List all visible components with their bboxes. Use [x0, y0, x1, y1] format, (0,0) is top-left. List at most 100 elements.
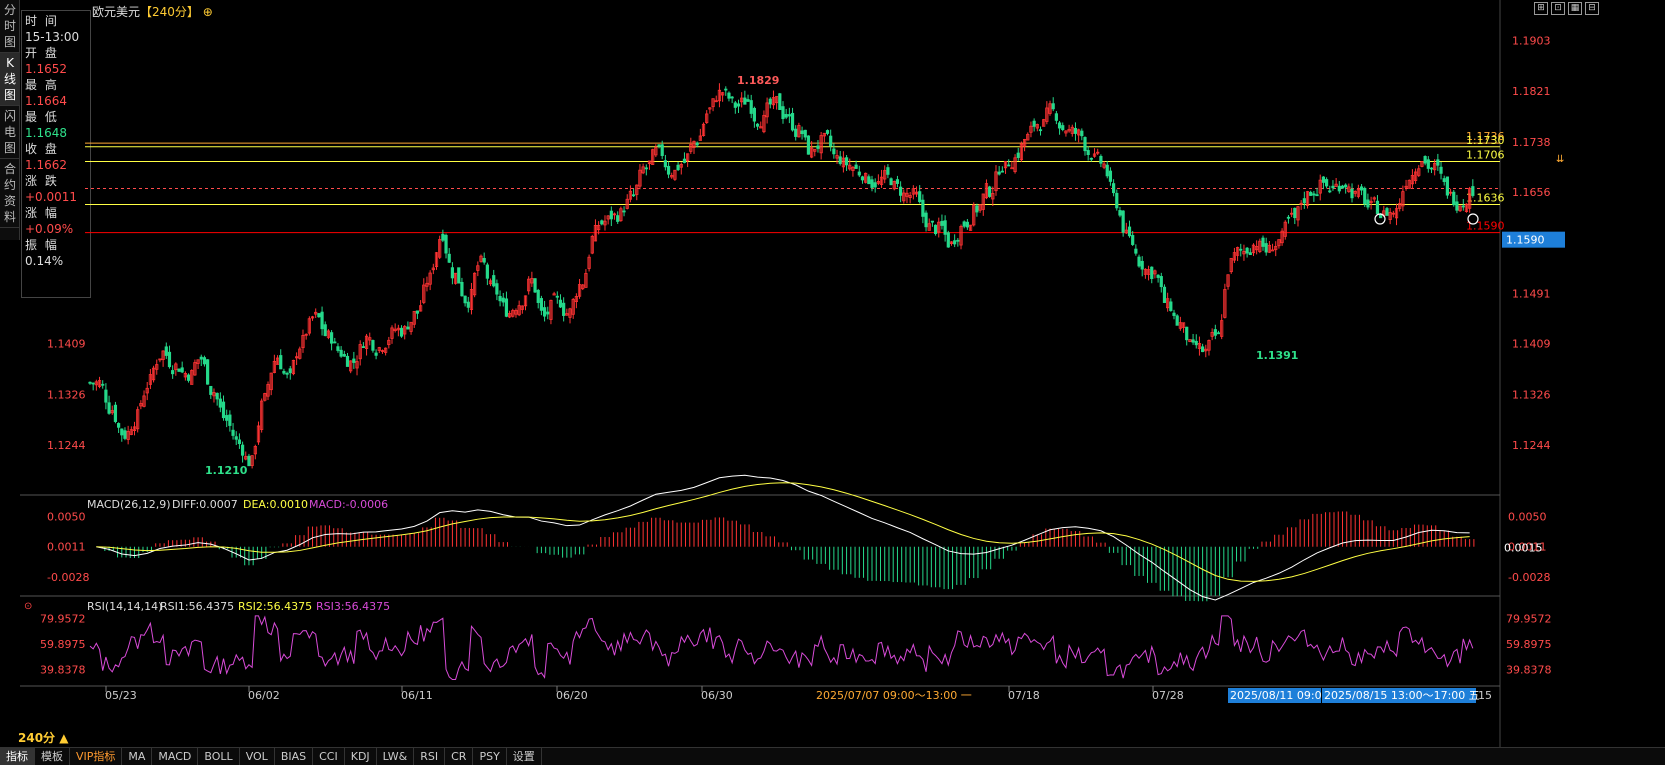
- price-tick-label: 1.1409: [1512, 338, 1551, 351]
- candle-body: [733, 102, 737, 108]
- candle-body: [1172, 312, 1176, 316]
- candle-body: [167, 351, 172, 368]
- candle-body: [361, 346, 365, 348]
- arrow-down-icon[interactable]: ⇊: [1556, 154, 1564, 165]
- price-axis: 1.1903 1.1821 1.1738 1.1656 1.1491 1.1409 1.13…: [47, 35, 1565, 452]
- candle-body: [1312, 193, 1316, 196]
- settings-dot-icon[interactable]: ⊙: [24, 601, 32, 612]
- candle-body: [546, 311, 550, 315]
- candle-body: [1455, 201, 1459, 211]
- indicator-tab-6[interactable]: VOL: [240, 748, 275, 765]
- candle-body: [663, 160, 667, 168]
- indicator-tab-7[interactable]: BIAS: [275, 748, 314, 765]
- candle-body: [288, 368, 292, 374]
- indicator-tab-11[interactable]: RSI: [414, 748, 446, 765]
- candle-body: [371, 340, 375, 351]
- indicator-tab-14[interactable]: 设置: [507, 748, 542, 765]
- chart-canvas[interactable]: 1.17361.17301.17061.16361.1590 1.19031.1…: [0, 0, 1665, 747]
- candle-body: [1216, 332, 1221, 335]
- rsi-left-tick-label: 59.8975: [40, 638, 86, 651]
- candle-body: [199, 356, 203, 360]
- candle-body: [104, 389, 108, 403]
- indicator-tab-0[interactable]: 指标: [0, 748, 35, 765]
- candle-body: [495, 283, 499, 295]
- indicator-tab-5[interactable]: BOLL: [198, 748, 240, 765]
- candle-body: [1061, 125, 1065, 130]
- rsi-line: [89, 615, 1474, 680]
- period-selector[interactable]: 240分 ▲: [18, 729, 68, 746]
- candle-body: [1452, 191, 1456, 206]
- candle-body: [1337, 185, 1341, 192]
- candle-body: [965, 221, 969, 228]
- candle-body: [1156, 274, 1160, 278]
- candle-body: [844, 157, 849, 166]
- candle-body: [279, 355, 283, 370]
- current-price-text: 1.1590: [1506, 234, 1545, 247]
- indicator-tab-13[interactable]: PSY: [473, 748, 507, 765]
- candle-body: [899, 186, 903, 196]
- candle-body: [1331, 185, 1335, 189]
- candle-body: [202, 357, 207, 365]
- candle-body: [1038, 129, 1043, 132]
- candle-body: [177, 368, 181, 372]
- candle-body: [1436, 159, 1440, 166]
- rsi-left-tick-label: 79.9572: [40, 612, 86, 625]
- candle-body: [533, 278, 537, 293]
- candle-body: [1264, 243, 1268, 253]
- candle-body: [101, 383, 105, 386]
- indicator-tab-2[interactable]: VIP指标: [70, 748, 123, 765]
- candle-body: [1439, 166, 1443, 174]
- rsi-title: RSI(14,14,14): [87, 600, 162, 613]
- candle-body: [1359, 186, 1364, 191]
- candle-body: [221, 401, 226, 419]
- candle-body: [352, 358, 356, 363]
- high-annotation: 1.1829: [737, 74, 779, 87]
- candle-body: [123, 430, 127, 439]
- indicator-tab-9[interactable]: KDJ: [345, 748, 377, 765]
- candle-body: [724, 88, 728, 91]
- candle-body: [1309, 191, 1313, 196]
- time-tick-label: 07/28: [1152, 689, 1184, 702]
- candle-body: [1363, 187, 1367, 205]
- crosshair-time: 2025/07/07 09:00～13:00 一: [816, 689, 972, 702]
- candle-body: [1089, 157, 1093, 160]
- indicator-tab-1[interactable]: 模板: [35, 748, 70, 765]
- candle-body: [1108, 170, 1113, 182]
- rsi-pane: 79.9572 79.9572 59.8975 59.8975 39.8378 39.83…: [40, 612, 1552, 680]
- indicator-tab-4[interactable]: MACD: [152, 748, 199, 765]
- candle-body: [1150, 266, 1154, 279]
- indicator-tab-12[interactable]: CR: [445, 748, 474, 765]
- candle-body: [1137, 256, 1141, 267]
- candle-body: [1471, 186, 1475, 196]
- candle-body: [1169, 301, 1173, 312]
- price-annotations: 1.1829 1.1210 1.1391: [205, 74, 1479, 477]
- candle-body: [953, 240, 957, 245]
- candle-body: [231, 429, 235, 436]
- candle-body: [1286, 216, 1291, 219]
- candle-body: [1127, 226, 1132, 237]
- macd-tick-label: 0.0050: [1508, 511, 1547, 524]
- candle-body: [1350, 188, 1354, 199]
- candle-body: [1321, 176, 1326, 183]
- candle-body: [1118, 210, 1122, 216]
- macd-current-value: 0.0015: [1504, 542, 1543, 555]
- candle-body: [743, 97, 747, 105]
- candle-body: [171, 370, 175, 375]
- candle-body: [940, 220, 944, 226]
- time-tick-label: 06/30: [701, 689, 733, 702]
- candle-body: [918, 191, 922, 203]
- candle-body: [466, 301, 470, 308]
- candle-body: [676, 164, 680, 171]
- candle-body: [463, 295, 467, 304]
- indicator-tab-10[interactable]: LW&: [377, 748, 415, 765]
- candle-body: [282, 370, 286, 374]
- candle-body: [1134, 248, 1138, 254]
- candle-body: [886, 167, 890, 175]
- macd-left-tick-label: 0.0011: [47, 541, 86, 554]
- candle-body: [1162, 286, 1167, 303]
- indicator-tab-8[interactable]: CCI: [313, 748, 345, 765]
- time-tick-label: 05/23: [105, 689, 137, 702]
- candle-body: [730, 96, 734, 99]
- indicator-tab-3[interactable]: MA: [122, 748, 153, 765]
- macd-left-tick-label: -0.0028: [47, 571, 89, 584]
